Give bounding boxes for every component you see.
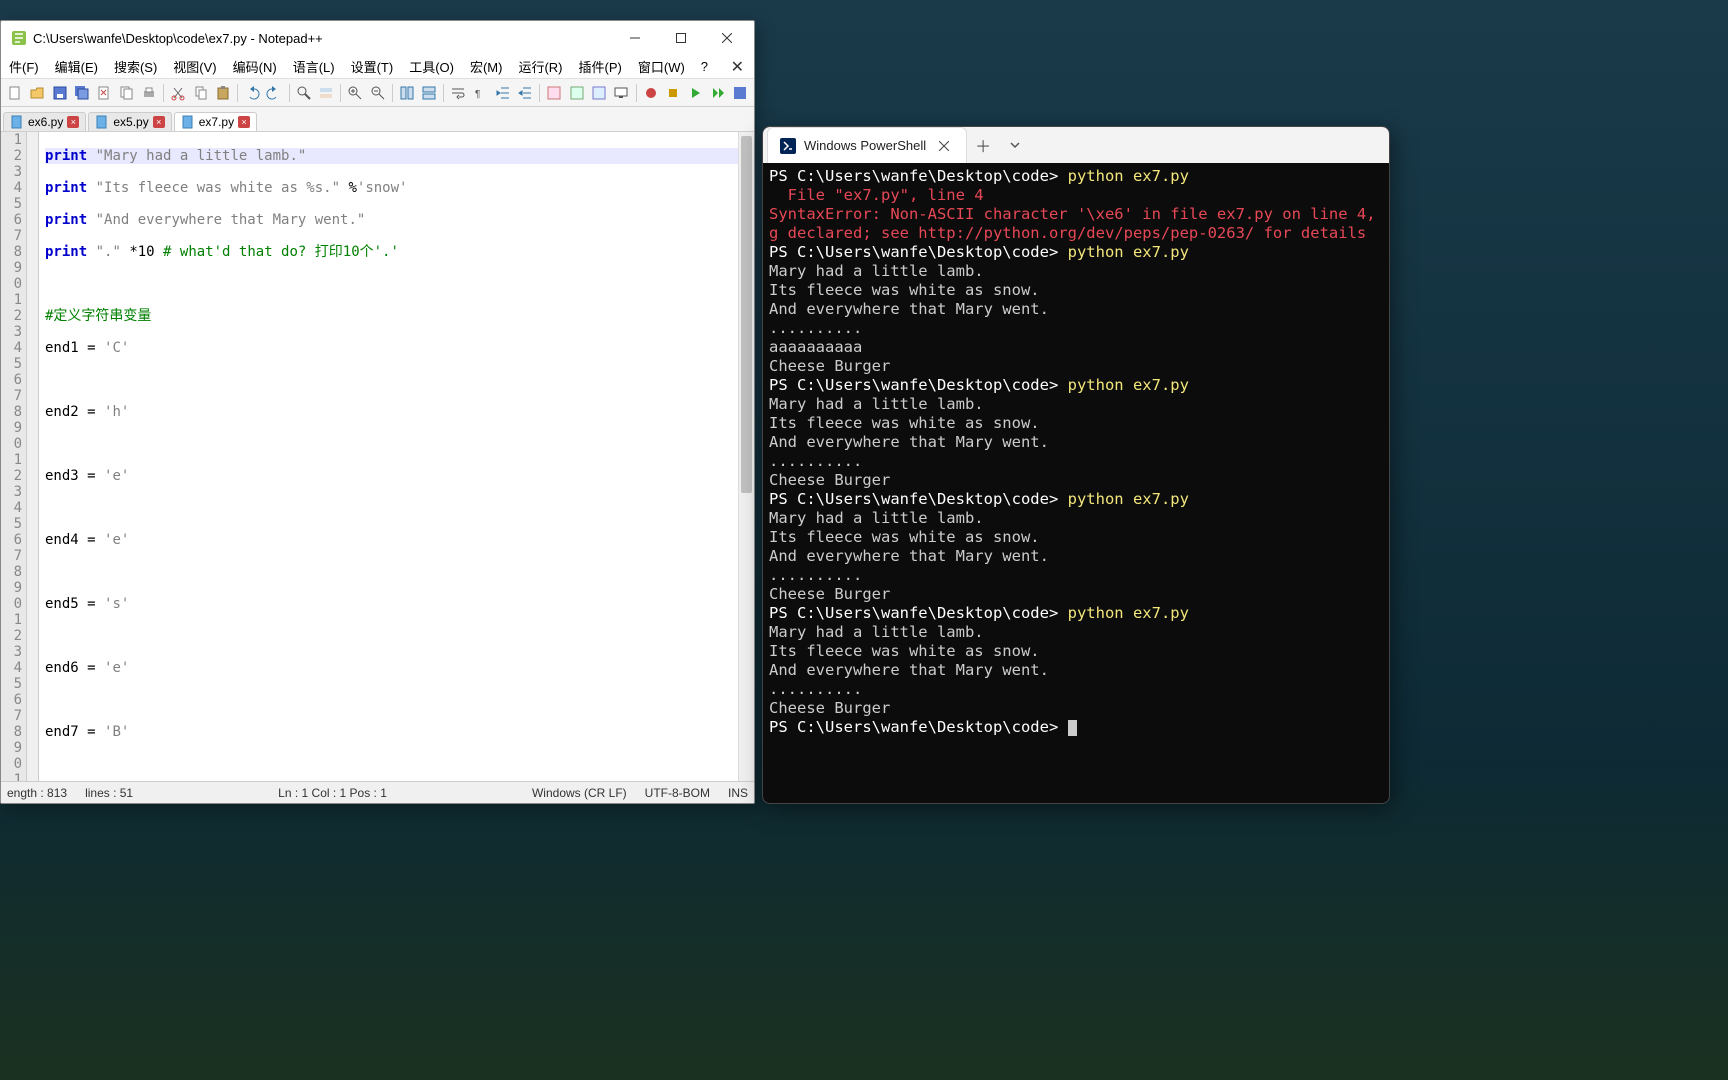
toolbar-saveall-icon[interactable] [72,82,92,104]
ps-titlebar[interactable]: Windows PowerShell ＋ [763,127,1389,163]
line-number-gutter: 1234567890123456789012345678901234567890… [1,132,27,781]
menu-encoding[interactable]: 编码(N) [225,55,285,78]
file-icon [181,115,195,129]
tab-close-icon[interactable]: × [67,116,79,128]
toolbar-open-icon[interactable] [27,82,47,104]
npp-toolbar: ¶ [1,79,754,107]
menu-tools[interactable]: 工具(O) [401,55,462,78]
toolbar-savesess-icon[interactable] [730,82,750,104]
toolbar-play-icon[interactable] [685,82,705,104]
ps-terminal-body[interactable]: PS C:\Users\wanfe\Desktop\code> python e… [763,163,1389,803]
notepadpp-window: C:\Users\wanfe\Desktop\code\ex7.py - Not… [0,20,755,804]
file-icon [10,115,24,129]
npp-statusbar: ength : 813 lines : 51 Ln : 1 Col : 1 Po… [1,781,754,803]
fold-column[interactable] [27,132,39,781]
toolbar-docmap-icon[interactable] [567,82,587,104]
toolbar-new-icon[interactable] [5,82,25,104]
toolbar-redo-icon[interactable] [264,82,284,104]
toolbar-closeall-icon[interactable] [117,82,137,104]
status-pos: Ln : 1 Col : 1 Pos : 1 [278,786,387,800]
npp-title-text: C:\Users\wanfe\Desktop\code\ex7.py - Not… [33,31,323,46]
tab-label: ex6.py [28,115,63,129]
toolbar-allchars-icon[interactable]: ¶ [470,82,490,104]
file-icon [95,115,109,129]
menu-plugins[interactable]: 插件(P) [571,55,630,78]
tab-ex5[interactable]: ex5.py × [88,112,171,131]
status-ins: INS [728,786,748,800]
toolbar-stop-icon[interactable] [663,82,683,104]
vertical-scrollbar[interactable] [738,132,754,781]
toolbar-replace-icon[interactable] [316,82,336,104]
ps-tab-close-icon[interactable] [934,136,954,156]
toolbar-folder-icon[interactable] [589,82,609,104]
menu-macro[interactable]: 宏(M) [462,55,511,78]
toolbar-paste-icon[interactable] [213,82,233,104]
close-button[interactable] [704,22,750,54]
toolbar-funclist-icon[interactable] [544,82,564,104]
toolbar-monitor-icon[interactable] [611,82,631,104]
menu-run[interactable]: 运行(R) [510,55,570,78]
toolbar-find-icon[interactable] [294,82,314,104]
terminal-cursor [1068,720,1077,736]
toolbar-outdent-icon[interactable] [515,82,535,104]
npp-titlebar[interactable]: C:\Users\wanfe\Desktop\code\ex7.py - Not… [1,21,754,55]
toolbar-zoomout-icon[interactable] [367,82,387,104]
tab-ex6[interactable]: ex6.py × [3,112,86,131]
powershell-icon [780,138,796,154]
toolbar-print-icon[interactable] [139,82,159,104]
toolbar-wrap-icon[interactable] [448,82,468,104]
status-lines: lines : 51 [85,786,133,800]
menu-language[interactable]: 语言(L) [285,55,343,78]
toolbar-indent-icon[interactable] [493,82,513,104]
svg-text:¶: ¶ [475,89,480,100]
toolbar-record-icon[interactable] [641,82,661,104]
menu-file[interactable]: 件(F) [1,55,47,78]
toolbar-copy-icon[interactable] [190,82,210,104]
tab-close-icon[interactable]: × [238,116,250,128]
toolbar-closefile-icon[interactable] [94,82,114,104]
notepadpp-icon [11,30,27,46]
menu-view[interactable]: 视图(V) [165,55,224,78]
desktop: C:\Users\wanfe\Desktop\code\ex7.py - Not… [0,0,1728,1080]
powershell-window: Windows PowerShell ＋ PS C:\Users\wanfe\D… [762,126,1390,804]
menu-search[interactable]: 搜索(S) [106,55,165,78]
status-encoding: UTF-8-BOM [645,786,710,800]
menu-settings[interactable]: 设置(T) [343,55,402,78]
ps-tab[interactable]: Windows PowerShell [767,127,967,163]
menu-help[interactable]: ? [693,57,716,76]
menu-edit[interactable]: 编辑(E) [47,55,106,78]
maximize-button[interactable] [658,22,704,54]
npp-tabs: ex6.py × ex5.py × ex7.py × [1,107,754,131]
minimize-button[interactable] [612,22,658,54]
toolbar-zoomin-icon[interactable] [345,82,365,104]
toolbar-undo-icon[interactable] [242,82,262,104]
tab-close-icon[interactable]: × [153,116,165,128]
status-eol: Windows (CR LF) [532,786,627,800]
status-length: ength : 813 [7,786,67,800]
menu-window[interactable]: 窗口(W) [630,55,693,78]
code-area[interactable]: print "Mary had a little lamb." print "I… [39,132,738,781]
ps-tab-label: Windows PowerShell [804,138,926,153]
toolbar-playmulti-icon[interactable] [707,82,727,104]
ps-dropdown-icon[interactable] [999,127,1031,163]
toolbar-save-icon[interactable] [50,82,70,104]
toolbar-sync-h-icon[interactable] [419,82,439,104]
tab-label: ex7.py [199,115,234,129]
npp-menubar: 件(F) 编辑(E) 搜索(S) 视图(V) 编码(N) 语言(L) 设置(T)… [1,55,754,79]
menu-close-icon[interactable]: ✕ [721,57,754,77]
ps-new-tab-button[interactable]: ＋ [967,127,999,163]
scrollbar-thumb[interactable] [741,136,752,493]
toolbar-sync-v-icon[interactable] [397,82,417,104]
npp-editor[interactable]: 1234567890123456789012345678901234567890… [1,131,754,781]
tab-ex7[interactable]: ex7.py × [174,112,257,131]
toolbar-cut-icon[interactable] [168,82,188,104]
tab-label: ex5.py [113,115,148,129]
